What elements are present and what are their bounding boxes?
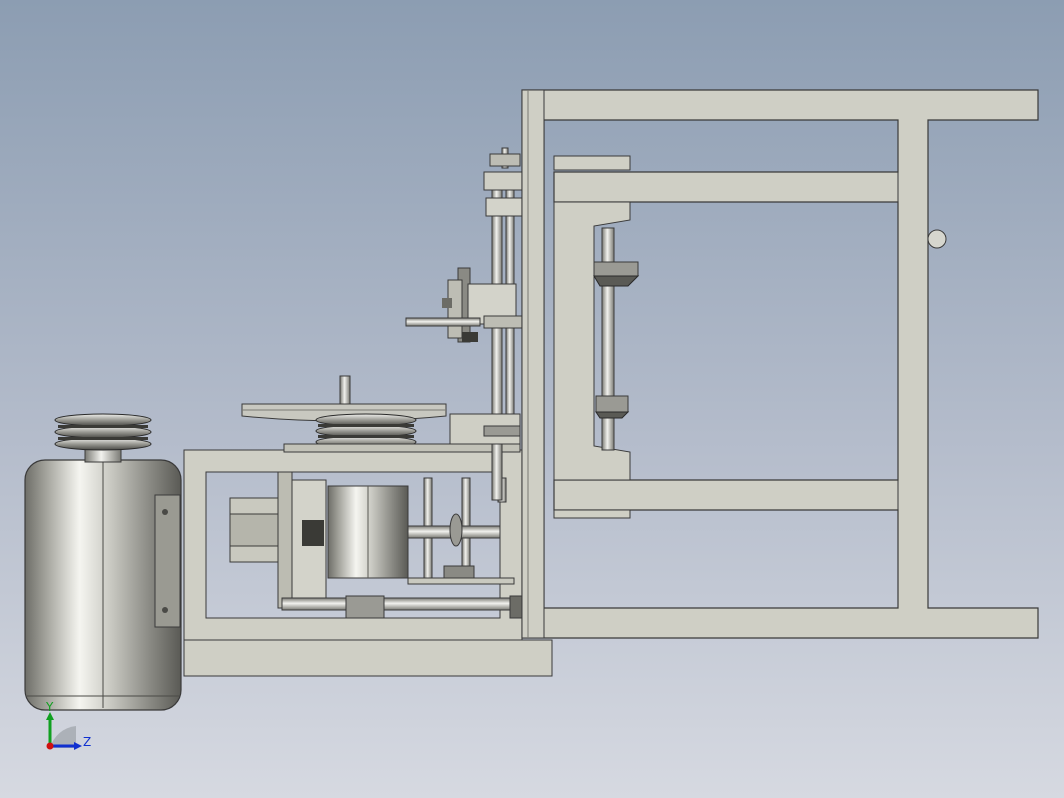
y-axis-label: Y — [45, 700, 54, 714]
frame-knob — [927, 229, 947, 249]
z-axis-label: Z — [83, 735, 91, 749]
vertical-rod-main — [491, 189, 503, 501]
electric-motor — [24, 445, 182, 711]
upper-bevel-gear — [593, 261, 639, 277]
main-frame — [521, 89, 1039, 639]
lower-bevel-gear — [595, 395, 629, 413]
frame-left-post — [521, 89, 545, 639]
cad-viewport[interactable]: Y Z — [0, 0, 1064, 798]
horizontal-spindle — [405, 317, 481, 327]
bevel-gear-shaft — [553, 201, 640, 481]
housing-base-plate — [183, 639, 553, 677]
machine-drawing: Y Z — [24, 89, 1039, 750]
z-axis-arrowhead — [74, 742, 82, 750]
motor-pulley — [54, 413, 152, 451]
x-axis-dot — [46, 742, 54, 750]
large-flywheel — [241, 375, 447, 449]
housing-bottom-shaft — [281, 597, 521, 611]
motor-terminal-box — [154, 494, 181, 628]
flywheel-hub-shaft — [339, 375, 351, 407]
